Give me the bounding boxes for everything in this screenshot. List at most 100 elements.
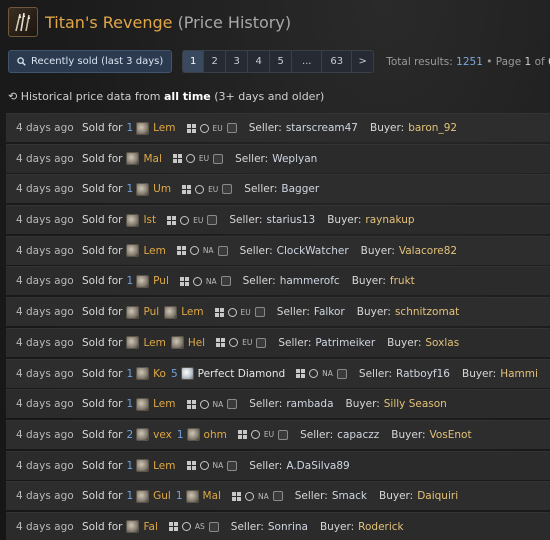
sold-for-label: Sold for — [82, 122, 123, 134]
sale-row[interactable]: 4 days ago Sold for 1 Um EU Seller: Bagger — [6, 174, 550, 204]
item-quantity: 1 — [176, 428, 184, 441]
results-prefix: Total results: — [386, 55, 453, 68]
rune-name[interactable]: Mal — [143, 153, 161, 165]
rune-icon — [164, 305, 178, 319]
sale-row[interactable]: 4 days ago Sold for Lem NA Seller: ClockWatch… — [6, 235, 550, 265]
buyer-name[interactable]: Valacore82 — [399, 245, 457, 257]
seller-label: Seller: — [300, 428, 334, 441]
sale-row[interactable]: 4 days ago Sold for 2 vex 1 ohm EU Seller: capac… — [6, 419, 550, 449]
rune-name[interactable]: Lem — [143, 245, 165, 257]
rune-name[interactable]: Gul — [153, 490, 171, 502]
game-mode-icon — [336, 368, 347, 379]
rune-name[interactable]: Mal — [203, 490, 221, 502]
buyer-name[interactable]: Soxlas — [425, 337, 459, 349]
sale-row[interactable]: 4 days ago Sold for Lem Hel EU Seller: Patrime… — [6, 327, 550, 357]
region-label: NA — [202, 246, 214, 256]
buyer-name[interactable]: VosEnot — [429, 429, 471, 441]
rune-name[interactable]: Lem — [181, 306, 203, 318]
sale-row[interactable]: 4 days ago Sold for 1 Lem EU Seller: starscrea… — [6, 113, 550, 142]
seller-name[interactable]: capaczz — [337, 429, 379, 441]
page-button-2[interactable]: 2 — [204, 50, 227, 73]
page-ellipsis[interactable]: ... — [292, 50, 323, 73]
buyer-name[interactable]: Roderick — [358, 521, 403, 533]
seller-name[interactable]: Smack — [332, 490, 367, 502]
sale-row[interactable]: 4 days ago Sold for 1 Ko 5 Perfect Diamond NA S… — [6, 358, 550, 388]
game-mode-icon — [278, 429, 289, 440]
buyer-name[interactable]: Silly Season — [384, 398, 447, 410]
sale-time: 4 days ago — [16, 152, 74, 165]
page-button-63[interactable]: 63 — [322, 50, 353, 73]
game-mode-icon — [256, 337, 267, 348]
sale-row[interactable]: 4 days ago Sold for 1 Lem NA Seller: rambada Bu… — [6, 389, 550, 419]
page-button-5[interactable]: 5 — [270, 50, 293, 73]
rune-name[interactable]: Pul — [153, 275, 169, 287]
rune-name[interactable]: Pul — [143, 306, 159, 318]
sale-row[interactable]: 4 days ago Sold for 1 Lem NA Seller: A.DaSilva… — [6, 450, 550, 480]
page-header: Titan's Revenge (Price History) — [8, 6, 291, 38]
seller-name[interactable]: Weplyan — [272, 153, 317, 165]
buyer-name[interactable]: schnitzomat — [395, 306, 459, 318]
sale-time: 4 days ago — [16, 398, 74, 411]
sale-row[interactable]: 4 days ago Sold for 1 Gul 1 Mal NA Seller: Smack… — [6, 481, 550, 511]
rune-name[interactable]: Ko — [153, 368, 166, 380]
sale-row[interactable]: 4 days ago Sold for Pul Lem EU Seller: Falkor B… — [6, 297, 550, 327]
buyer-name[interactable]: Daiquiri — [417, 490, 458, 502]
item-name[interactable]: Perfect Diamond — [198, 368, 286, 380]
item-name: Titan's Revenge — [45, 12, 173, 32]
next-page-button[interactable]: > — [352, 50, 375, 73]
windows-icon — [176, 246, 186, 256]
sale-row[interactable]: 4 days ago Sold for Ist EU Seller: starius13 B… — [6, 205, 550, 235]
rune-name[interactable]: Ist — [143, 214, 156, 226]
seller-name[interactable]: starius13 — [266, 214, 315, 226]
sale-row[interactable]: 4 days ago Sold for 1 Pul NA Seller: hammerofc… — [6, 266, 550, 296]
javelin-icon — [15, 12, 31, 32]
rune-name[interactable]: ohm — [204, 429, 227, 441]
platform-info: NA — [296, 368, 347, 379]
seller-name[interactable]: hammerofc — [280, 275, 340, 287]
rune-name[interactable]: Lem — [153, 398, 175, 410]
rune-icon — [170, 336, 184, 350]
seller-label: Seller: — [249, 459, 283, 472]
seller-name[interactable]: starscream47 — [286, 122, 358, 134]
item-quantity: 1 — [126, 367, 134, 380]
rune-name[interactable]: Lem — [153, 122, 175, 134]
buyer-name[interactable]: frukt — [390, 275, 415, 287]
seller-name[interactable]: A.DaSilva89 — [286, 460, 349, 472]
rune-name[interactable]: Lem — [153, 460, 175, 472]
windows-icon — [186, 123, 196, 133]
seller-name[interactable]: Ratboyf16 — [396, 368, 450, 380]
seller-name[interactable]: Bagger — [281, 183, 319, 195]
sale-row[interactable]: 4 days ago Sold for Fal AS Seller: Sonrina Buy… — [6, 511, 550, 540]
seller-name[interactable]: Falkor — [314, 306, 345, 318]
seller-name[interactable]: rambada — [286, 398, 333, 410]
sale-time: 4 days ago — [16, 520, 74, 533]
rune-name[interactable]: Lem — [143, 337, 165, 349]
sold-for-label: Sold for — [82, 214, 123, 227]
recently-sold-button[interactable]: Recently sold (last 3 days) — [8, 50, 173, 73]
region-label: NA — [205, 276, 217, 286]
seller-name[interactable]: Patrimeiker — [315, 337, 375, 349]
rune-name[interactable]: vex — [153, 429, 172, 441]
buyer-name[interactable]: baron_92 — [408, 122, 457, 134]
page-button-4[interactable]: 4 — [248, 50, 271, 73]
region-label: EU — [240, 307, 251, 317]
item-quantity: 1 — [126, 490, 134, 503]
rune-name[interactable]: Um — [153, 183, 171, 195]
region-label: NA — [257, 491, 269, 501]
rune-name[interactable]: Hel — [188, 337, 205, 349]
game-mode-icon — [222, 184, 233, 195]
sale-row[interactable]: 4 days ago Sold for Mal EU Seller: Weplyan — [6, 143, 550, 173]
buyer-name[interactable]: raynakup — [365, 214, 414, 226]
buyer-name[interactable]: Hammi — [500, 368, 538, 380]
rune-name[interactable]: Fal — [143, 521, 157, 533]
region-label: NA — [212, 399, 224, 409]
page-button-3[interactable]: 3 — [226, 50, 249, 73]
seller-name[interactable]: ClockWatcher — [277, 245, 349, 257]
game-mode-icon — [208, 521, 219, 532]
seller-name[interactable]: Sonrina — [268, 521, 308, 533]
page-button-1[interactable]: 1 — [182, 50, 205, 73]
game-mode-icon — [272, 491, 283, 502]
sales-list: 4 days ago Sold for 1 Lem EU Seller: starscrea… — [6, 113, 550, 540]
region-label: NA — [322, 369, 333, 378]
seller-label: Seller: — [242, 275, 276, 288]
